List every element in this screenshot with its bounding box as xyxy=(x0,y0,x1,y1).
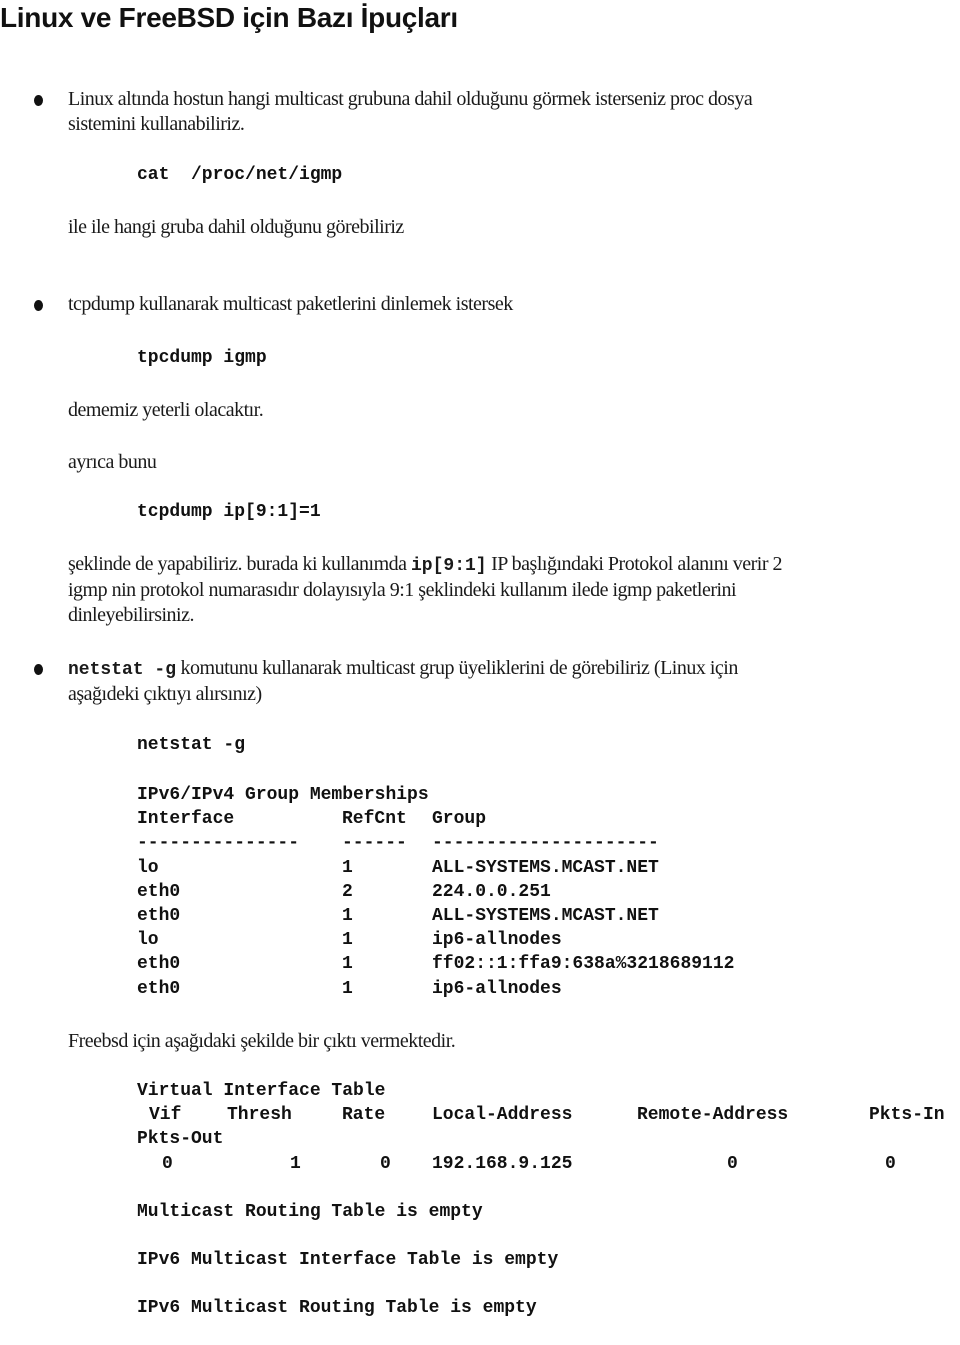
netstat-command: netstat -g xyxy=(137,735,246,755)
column-header-remote-address: Remote-Address xyxy=(637,1105,789,1126)
cell-interface: lo xyxy=(137,857,159,878)
output-heading: IPv6/IPv4 Group Memberships xyxy=(137,783,837,807)
column-header-local-address: Local-Address xyxy=(432,1105,573,1126)
bullet-icon xyxy=(34,300,43,311)
heading-text: IPv6/IPv4 Group Memberships xyxy=(137,785,429,805)
cell-group: ALL-SYSTEMS.MCAST.NET xyxy=(432,905,659,926)
table-header: Vif Thresh Rate Local-Address Remote-Add… xyxy=(137,1103,960,1127)
column-header-thresh: Thresh xyxy=(227,1105,292,1126)
column-header-interface: Interface xyxy=(137,809,235,830)
cell-group: ip6-allnodes xyxy=(432,978,562,999)
freebsd-netstat-output: Virtual Interface Table Vif Thresh Rate … xyxy=(137,1079,960,1176)
cell-refcnt: 1 xyxy=(342,954,353,975)
cell-refcnt: 1 xyxy=(342,978,353,999)
cell-interface: lo xyxy=(137,930,159,951)
cell-refcnt: 2 xyxy=(342,881,353,902)
freebsd-line-ipv6-routing-empty: IPv6 Multicast Routing Table is empty xyxy=(137,1298,537,1318)
table-row: lo 1 ip6-allnodes xyxy=(137,928,837,952)
linux-netstat-output: IPv6/IPv4 Group Memberships Interface Re… xyxy=(137,783,837,1001)
cell-pkts-in: 0 xyxy=(885,1153,896,1174)
table-row: eth0 1 ip6-allnodes xyxy=(137,977,837,1001)
bullet-icon xyxy=(34,664,43,675)
separator-row: --------------- ------ -----------------… xyxy=(137,831,837,855)
cell-thresh: 1 xyxy=(290,1153,301,1174)
cell-rate: 0 xyxy=(380,1153,391,1174)
column-header-rate: Rate xyxy=(342,1105,386,1126)
cell-vif: 0 xyxy=(162,1153,173,1174)
cell-refcnt: 1 xyxy=(342,905,353,926)
proc-command: cat /proc/net/igmp xyxy=(137,165,343,185)
proc-bullet-text-line1: Linux altında hostun hangi multicast gru… xyxy=(68,88,753,110)
table-row: 0 1 0 192.168.9.125 0 0 xyxy=(137,1152,960,1176)
column-header-pkts-in: Pkts-In xyxy=(869,1105,945,1126)
table-header: Interface RefCnt Group xyxy=(137,807,837,831)
tcpdump-command: tpcdump igmp xyxy=(137,348,267,368)
separator: --------------- xyxy=(137,833,300,854)
cell-local-address: 192.168.9.125 xyxy=(432,1153,573,1174)
explain-post: IP başlığındaki Protokol alanını verir 2 xyxy=(486,553,783,575)
bullet-icon xyxy=(34,95,43,106)
netstat-bullet-code: netstat -g xyxy=(68,660,177,680)
cell-interface: eth0 xyxy=(137,954,181,975)
tcpdump-after-text: dememiz yeterli olacaktır. xyxy=(68,399,264,421)
separator: ------ xyxy=(342,833,407,854)
freebsd-intro: Freebsd için aşağıdaki şekilde bir çıktı… xyxy=(68,1030,456,1052)
cell-group: ff02::1:ffa9:638a%3218689112 xyxy=(432,954,735,975)
cell-interface: eth0 xyxy=(137,881,181,902)
cell-group: ALL-SYSTEMS.MCAST.NET xyxy=(432,857,659,878)
proc-after-text: ile ile hangi gruba dahil olduğunu göreb… xyxy=(68,216,404,238)
tcpdump-explain-line2: igmp nin protokol numarasıdır dolayısıyl… xyxy=(68,579,737,601)
table-row: eth0 2 224.0.0.251 xyxy=(137,880,837,904)
column-header-vif: Vif xyxy=(149,1105,182,1126)
cell-interface: eth0 xyxy=(137,905,181,926)
column-header-refcnt: RefCnt xyxy=(342,809,407,830)
column-header-pkts-out: Pkts-Out xyxy=(137,1129,224,1150)
tcpdump-explain-line1: şeklinde de yapabiliriz. burada ki kulla… xyxy=(68,552,783,579)
table-header-wrap: Pkts-Out xyxy=(137,1127,960,1151)
cell-refcnt: 1 xyxy=(342,857,353,878)
cell-refcnt: 1 xyxy=(342,930,353,951)
netstat-bullet-text: komutunu kullanarak multicast grup üyeli… xyxy=(176,657,739,679)
page-title: Linux ve FreeBSD için Bazı İpuçları xyxy=(0,2,458,33)
cell-group: 224.0.0.251 xyxy=(432,881,551,902)
explain-code: ip[9:1] xyxy=(411,556,487,576)
column-header-group: Group xyxy=(432,809,487,830)
freebsd-line-routing-empty: Multicast Routing Table is empty xyxy=(137,1202,483,1222)
proc-bullet-text-line2: sistemini kullanabiliriz. xyxy=(68,113,245,135)
tcpdump-explain-line3: dinleyebilirsiniz. xyxy=(68,604,194,626)
tcpdump-bullet-text: tcpdump kullanarak multicast paketlerini… xyxy=(68,293,513,315)
netstat-bullet-line2: aşağıdeki çıktıyı alırsınız) xyxy=(68,683,262,705)
output-heading: Virtual Interface Table xyxy=(137,1079,960,1103)
cell-remote-address: 0 xyxy=(727,1153,738,1174)
table-row: lo 1 ALL-SYSTEMS.MCAST.NET xyxy=(137,856,837,880)
table-row: eth0 1 ff02::1:ffa9:638a%3218689112 xyxy=(137,952,837,976)
freebsd-line-ipv6-interface-empty: IPv6 Multicast Interface Table is empty xyxy=(137,1250,559,1270)
tcpdump-also-text: ayrıca bunu xyxy=(68,451,157,473)
table-row: eth0 1 ALL-SYSTEMS.MCAST.NET xyxy=(137,904,837,928)
separator: --------------------- xyxy=(432,833,659,854)
heading-text: Virtual Interface Table xyxy=(137,1081,386,1101)
cell-interface: eth0 xyxy=(137,978,181,999)
tcpdump-command2: tcpdump ip[9:1]=1 xyxy=(137,502,321,522)
cell-group: ip6-allnodes xyxy=(432,930,562,951)
netstat-bullet-line1: netstat -g komutunu kullanarak multicast… xyxy=(68,656,738,683)
explain-pre: şeklinde de yapabiliriz. burada ki kulla… xyxy=(68,553,411,575)
